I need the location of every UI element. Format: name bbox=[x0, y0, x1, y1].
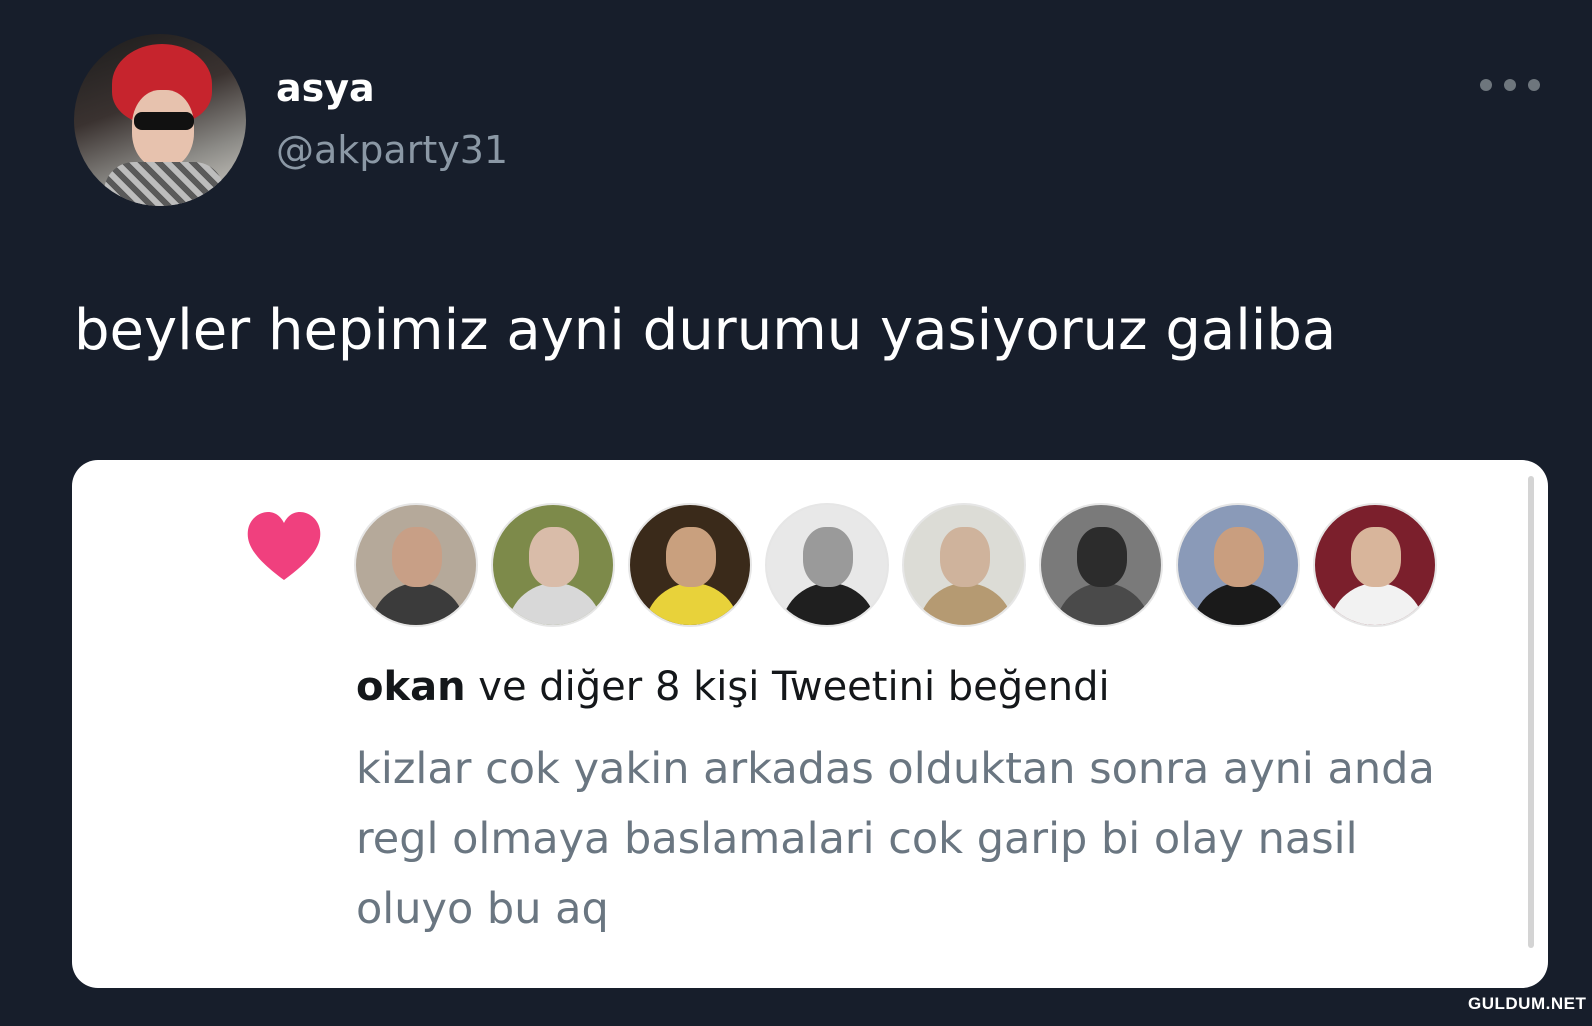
author-display-name[interactable]: asya bbox=[276, 66, 375, 110]
liker-avatars bbox=[354, 503, 1437, 627]
heart-shape bbox=[247, 512, 321, 580]
liker-avatar[interactable] bbox=[354, 503, 478, 627]
liker-avatar[interactable] bbox=[1039, 503, 1163, 627]
avatar-sunglasses bbox=[134, 112, 194, 130]
liker-avatar-body bbox=[1055, 583, 1151, 625]
liked-tweet-text: kizlar cok yakin arkadas olduktan sonra … bbox=[356, 744, 1435, 934]
liker-avatar-head bbox=[666, 527, 716, 587]
liker-avatar-body bbox=[1329, 583, 1425, 625]
liker-avatar[interactable] bbox=[1313, 503, 1437, 627]
liker-avatar[interactable] bbox=[491, 503, 615, 627]
liker-avatar[interactable] bbox=[1176, 503, 1300, 627]
more-options-icon[interactable] bbox=[1480, 70, 1540, 100]
author-avatar[interactable] bbox=[74, 34, 246, 206]
liker-avatar-body bbox=[644, 583, 740, 625]
tweet-text: beyler hepimiz ayni durumu yasiyoruz gal… bbox=[74, 298, 1337, 363]
watermark: GULDUM.NET bbox=[1468, 994, 1587, 1013]
liker-avatar-head bbox=[940, 527, 990, 587]
liker-avatar-body bbox=[1192, 583, 1288, 625]
more-dot bbox=[1528, 79, 1540, 91]
more-dot bbox=[1480, 79, 1492, 91]
liker-avatar-body bbox=[507, 583, 603, 625]
liker-avatar-head bbox=[392, 527, 442, 587]
more-dot bbox=[1504, 79, 1516, 91]
avatar-clothing bbox=[104, 162, 224, 206]
liker-avatar[interactable] bbox=[765, 503, 889, 627]
like-notification-line: okan ve diğer 8 kişi Tweetini beğendi bbox=[356, 664, 1110, 710]
like-notification-rest: ve diğer 8 kişi Tweetini beğendi bbox=[465, 664, 1110, 710]
author-handle[interactable]: @akparty31 bbox=[276, 128, 508, 172]
liker-avatar[interactable] bbox=[628, 503, 752, 627]
scrollbar[interactable] bbox=[1528, 476, 1534, 948]
liker-avatar-head bbox=[1351, 527, 1401, 587]
liker-avatar-head bbox=[1214, 527, 1264, 587]
liker-avatar[interactable] bbox=[902, 503, 1026, 627]
liker-name[interactable]: okan bbox=[356, 664, 466, 710]
liker-avatar-body bbox=[781, 583, 877, 625]
liker-avatar-head bbox=[1077, 527, 1127, 587]
heart-icon bbox=[247, 512, 321, 580]
liker-avatar-head bbox=[529, 527, 579, 587]
liker-avatar-body bbox=[370, 583, 466, 625]
tweet-screenshot: asya @akparty31 beyler hepimiz ayni duru… bbox=[0, 0, 1592, 1026]
liker-avatar-head bbox=[803, 527, 853, 587]
liker-avatar-body bbox=[918, 583, 1014, 625]
